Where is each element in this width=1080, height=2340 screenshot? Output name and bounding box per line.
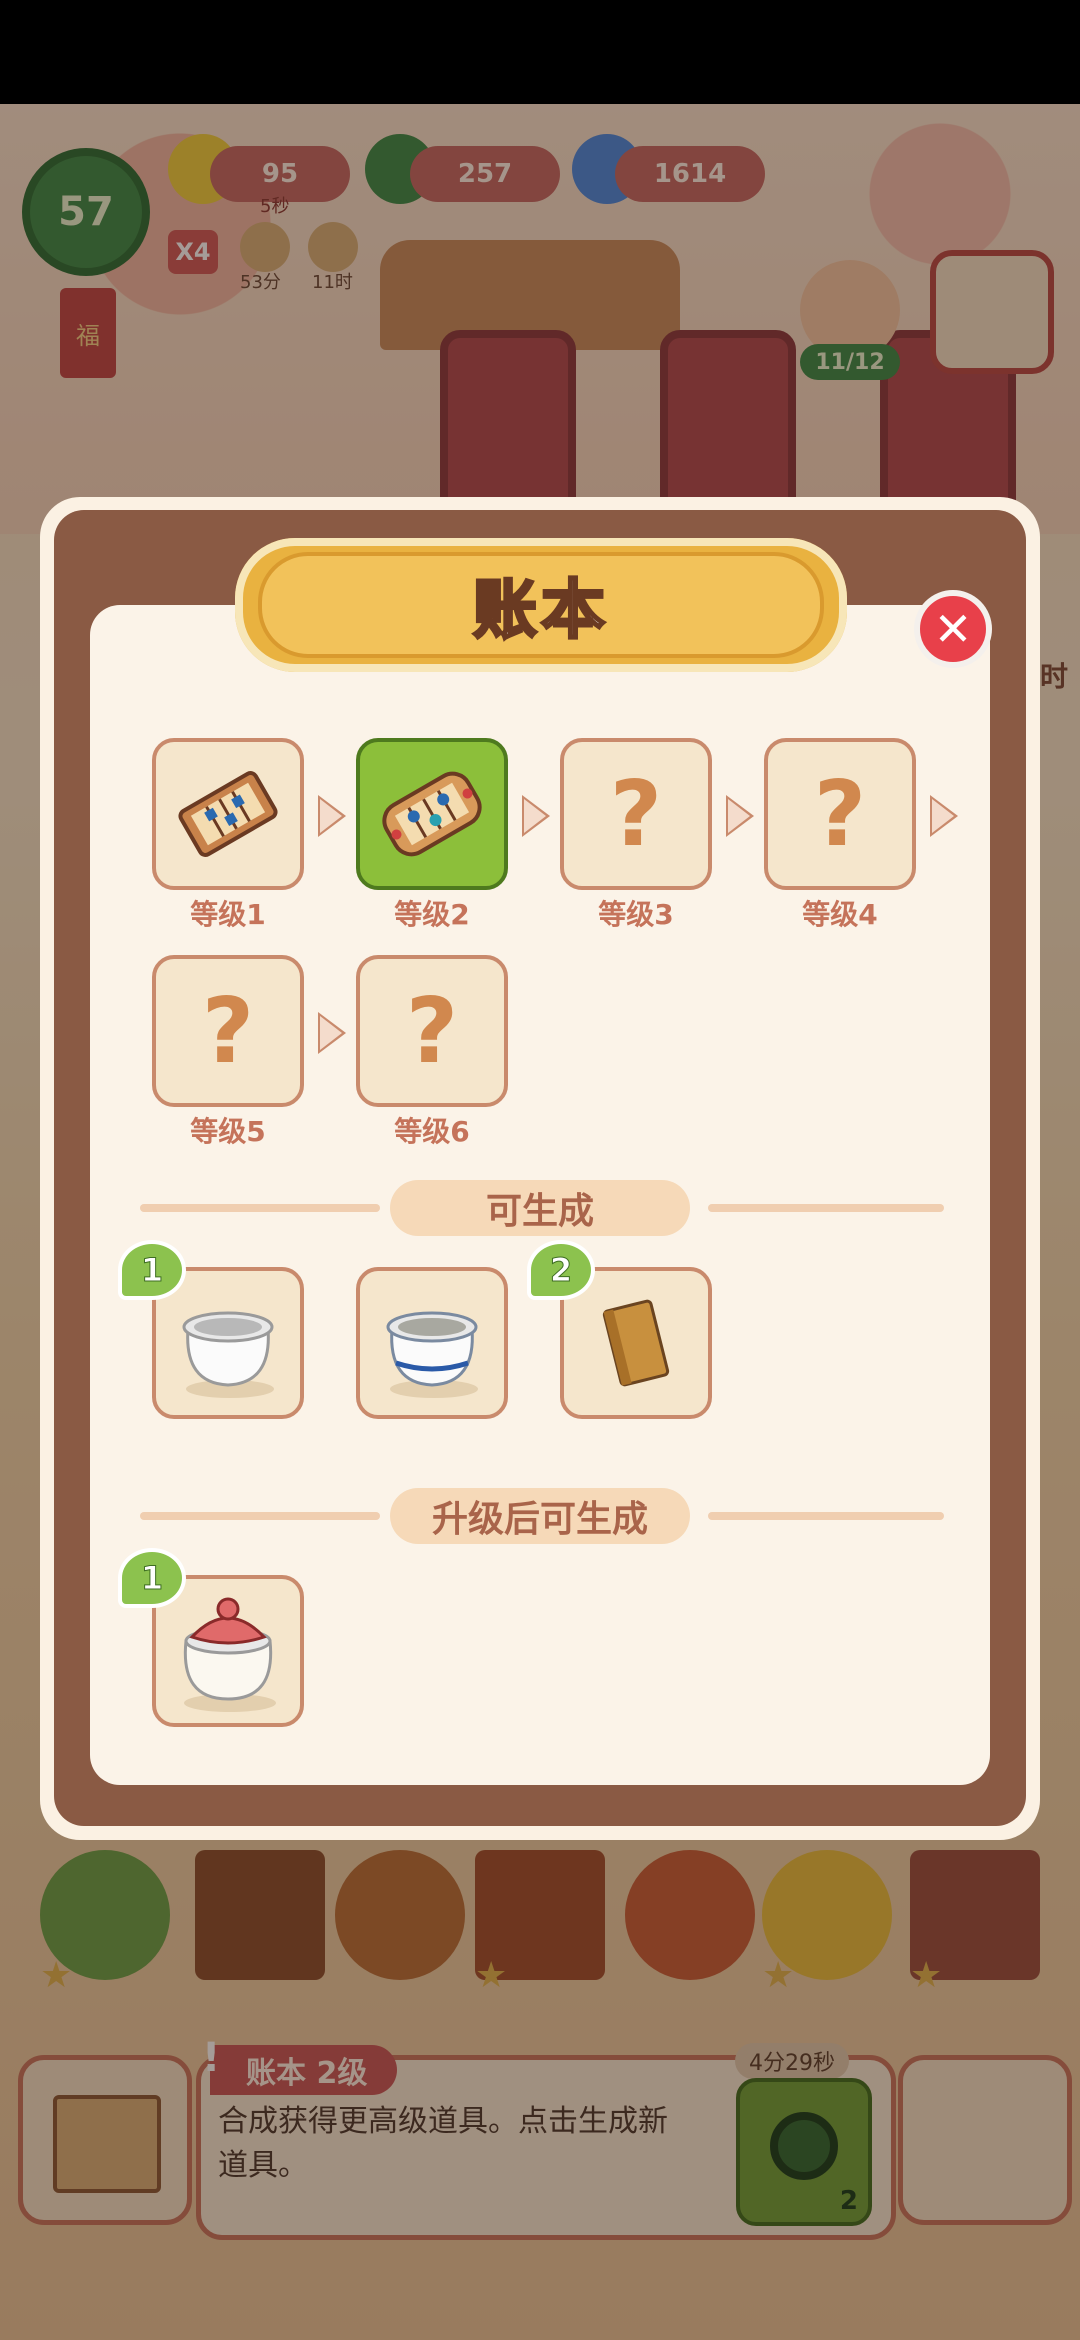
close-x-icon: ✕ [933,602,973,656]
level-slot-4[interactable]: ? [764,738,916,890]
dialog-title: 账本 [258,552,824,658]
level-slot-5[interactable]: ? [152,955,304,1107]
wood-block-icon [602,1299,670,1387]
chain-arrow-icon [728,799,750,833]
question-mark-icon: ? [813,761,867,867]
sealed-jar-icon [183,1597,276,1712]
section-divider [140,1512,380,1520]
question-mark-icon: ? [405,978,459,1084]
item-count-badge: 1 [118,1240,186,1300]
status-bar [0,0,1080,104]
level-label-5: 等级5 [190,1115,266,1148]
level-slot-1[interactable] [152,738,304,890]
chain-arrow-icon [320,799,342,833]
level-label-4: 等级4 [802,898,878,931]
chain-arrow-icon [524,799,546,833]
close-button[interactable]: ✕ [914,590,992,668]
abacus-icon [382,771,482,857]
section-title-after-upgrade: 升级后可生成 [390,1488,690,1544]
question-mark-icon: ? [201,978,255,1084]
abacus-icon [178,771,278,857]
level-slot-3[interactable]: ? [560,738,712,890]
level-slot-2[interactable] [356,738,508,890]
level-label-6: 等级6 [394,1115,470,1148]
level-label-2: 等级2 [394,898,470,931]
chain-arrow-icon [932,799,954,833]
white-pot-icon [182,1311,274,1398]
section-divider [140,1204,380,1212]
item-count-badge: 1 [118,1548,186,1608]
section-title-can-generate: 可生成 [390,1180,690,1236]
question-mark-icon: ? [609,761,663,867]
section-divider [708,1512,944,1520]
generate-item-2[interactable] [356,1267,508,1419]
level-label-3: 等级3 [598,898,674,931]
level-label-1: 等级1 [190,898,266,931]
item-count-badge: 2 [527,1240,595,1300]
section-divider [708,1204,944,1212]
level-slot-6[interactable]: ? [356,955,508,1107]
chain-arrow-icon [320,1016,342,1050]
blue-rim-pot-icon [386,1311,478,1398]
